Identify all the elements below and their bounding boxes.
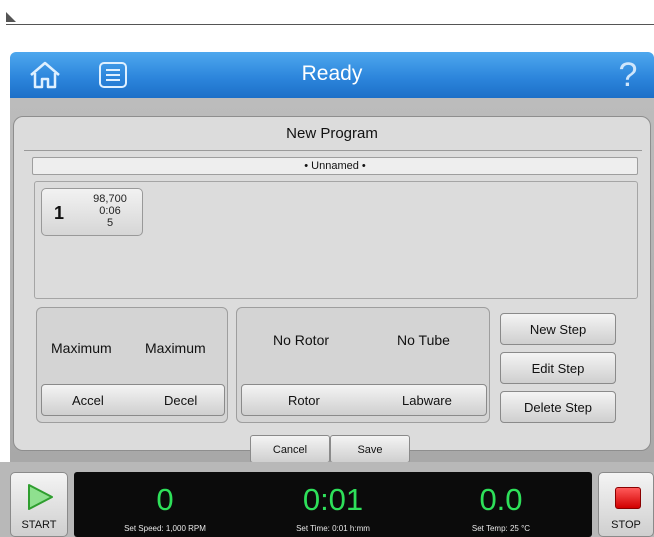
header-divider: [24, 150, 642, 151]
delete-step-button[interactable]: Delete Step: [500, 391, 616, 423]
temp-readout: 0.0 Set Temp: 25 °C: [416, 472, 586, 533]
temp-setpoint: Set Temp: 25 °C: [471, 524, 531, 533]
stop-button[interactable]: STOP: [598, 472, 654, 537]
step-values: 98,700 0:06 5: [84, 193, 136, 229]
page: Ready ? New Program • Unnamed • 1 98,700…: [0, 0, 654, 537]
run-display: 0 Set Speed: 1,000 RPM 0:01 Set Time: 0:…: [74, 472, 592, 537]
rotor-labware-group: No Rotor No Tube Rotor Labware: [236, 307, 490, 423]
speed-value: 0: [156, 482, 174, 517]
title-bar: Ready ?: [10, 52, 654, 98]
step-number: 1: [54, 203, 65, 223]
step-time: 0:06: [99, 205, 121, 217]
temp-value: 0.0: [479, 482, 523, 517]
labware-label: Labware: [402, 393, 452, 408]
edit-step-button[interactable]: Edit Step: [500, 352, 616, 384]
speed-readout: 0 Set Speed: 1,000 RPM: [80, 472, 250, 533]
cancel-button[interactable]: Cancel: [250, 435, 330, 463]
steps-list: 1 98,700 0:06 5: [34, 181, 638, 299]
time-value: 0:01: [302, 482, 364, 517]
rotor-label: Rotor: [288, 393, 320, 408]
accel-label: Accel: [72, 393, 104, 408]
save-button[interactable]: Save: [330, 435, 410, 463]
new-step-button[interactable]: New Step: [500, 313, 616, 345]
start-label: START: [21, 519, 57, 531]
step-temp: 5: [106, 217, 114, 229]
time-readout: 0:01 Set Time: 0:01 h:mm: [248, 472, 418, 533]
status-bar: START 0 Set Speed: 1,000 RPM 0:01 Set Ti…: [0, 462, 654, 537]
rotor-value: No Rotor: [273, 332, 330, 348]
decel-label: Decel: [164, 393, 198, 408]
program-name-field[interactable]: • Unnamed •: [32, 157, 638, 175]
help-icon[interactable]: ?: [616, 56, 640, 94]
accel-decel-group: Maximum Maximum Accel Decel: [36, 307, 228, 423]
top-divider: [6, 24, 654, 25]
accel-value: Maximum: [51, 340, 112, 356]
stop-label: STOP: [611, 519, 641, 531]
program-title: New Program: [286, 125, 378, 142]
decel-value: Maximum: [145, 340, 206, 356]
start-button[interactable]: START: [10, 472, 68, 537]
accel-decel-button[interactable]: Accel Decel: [41, 384, 225, 416]
play-icon: [28, 484, 53, 510]
time-setpoint: Set Time: 0:01 h:mm: [296, 524, 370, 533]
step-speed: 98,700: [93, 193, 127, 205]
corner-marker: [6, 12, 16, 22]
stop-icon: [615, 487, 641, 509]
page-title: Ready: [301, 62, 363, 85]
main-panel: New Program • Unnamed • 1 98,700 0:06 5 …: [10, 98, 654, 463]
program-editor: New Program • Unnamed • 1 98,700 0:06 5 …: [13, 116, 651, 463]
tube-value: No Tube: [397, 332, 450, 348]
rotor-labware-button[interactable]: Rotor Labware: [241, 384, 487, 416]
step-tile[interactable]: 1 98,700 0:06 5: [41, 188, 143, 236]
speed-setpoint: Set Speed: 1,000 RPM: [124, 524, 206, 533]
